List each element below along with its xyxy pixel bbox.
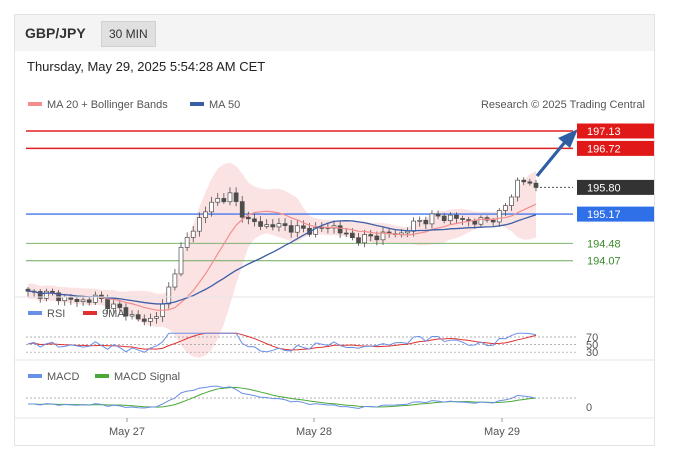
candle-body [490,219,496,223]
candle-body [527,181,533,184]
candle-body [62,296,68,302]
candle-body [343,232,349,235]
candle-body [184,237,190,248]
candle-body [288,225,294,233]
candle-body [503,205,508,211]
candle-body [148,317,153,322]
bollinger-band [28,162,536,358]
rsi-ma-legend-swatch [83,311,97,315]
chart-svg: 197.13 196.72 195.80 195.17 194.48 194.07 MA 2… [15,99,654,438]
rsi-line [27,332,537,353]
candle-body [221,198,227,203]
candle-body [117,303,123,308]
candle-body [356,237,361,244]
candle-body [215,198,221,203]
candle-body [521,179,527,183]
support-label: 194.48 [587,238,621,250]
candle-body [258,221,263,227]
candle-body [405,230,410,234]
support-label-primary: 195.17 [587,209,621,221]
candle-body [178,246,184,275]
candle-body [362,234,367,244]
candle-body [417,219,423,222]
candle-body [129,314,135,317]
macd-signal-legend-swatch [95,374,109,378]
candle-body [203,211,208,219]
candle-body [86,299,92,303]
candle-body [429,213,435,225]
candle-body [154,316,159,319]
candle-body [533,182,539,188]
ma20-legend-label: MA 20 + Bollinger Bands [47,99,168,111]
candle-body [515,179,520,198]
rsi-legend-label: RSI [47,308,65,320]
candle-body [337,225,343,234]
candle-body [441,215,447,221]
macd-signal-line [27,386,537,408]
macd-legend-swatch [28,374,42,378]
candle-body [190,230,196,238]
ma50-legend-label: MA 50 [209,99,240,111]
candle-body [239,201,245,218]
candle-body [227,192,233,203]
candle-body [496,210,502,223]
candle-body [509,196,514,206]
candle-body [460,218,465,220]
x-tick-label: May 27 [109,426,145,438]
candle-body [423,219,429,225]
candle-body [74,298,80,302]
candle-body [166,286,172,305]
candle-body [135,314,141,320]
macd-legend-label: MACD [47,371,79,383]
candle-body [435,213,441,217]
candle-body [478,217,484,225]
research-credit: Research © 2025 Trading Central [481,99,645,111]
candle-body [245,216,251,220]
rsi-level-label: 30 [586,347,598,359]
candle-body [172,273,178,288]
candle-body [276,223,282,228]
x-tick-label: May 29 [484,426,520,438]
resistance-label: 196.72 [587,143,621,155]
rsi-legend-swatch [28,311,42,315]
candle-body [472,220,478,225]
forecast-arrow [535,140,567,178]
candle-body [270,224,276,228]
candle-body [374,235,380,241]
candle-body [141,318,147,322]
candle-body [294,225,300,233]
candle-body [197,217,202,232]
macd-zero-label: 0 [586,402,592,414]
resistance-label: 197.13 [587,126,621,138]
candle-body [282,223,288,226]
candle-body [80,299,86,302]
rsi-ma-legend-label: 9MA [102,308,125,320]
support-label: 194.07 [587,256,621,268]
ma50-legend-swatch [190,102,204,106]
candle-body [368,234,374,237]
candle-body [447,214,453,221]
candle-body [209,201,214,213]
candle-body [264,224,270,227]
candle-body [350,232,355,239]
candle-body [301,225,306,229]
candle-body [411,220,416,232]
x-tick-label: May 28 [296,426,332,438]
current-price-label: 195.80 [587,182,621,194]
candle-body [233,192,239,202]
macd-signal-legend-label: MACD Signal [114,371,180,383]
candle-body [454,214,459,219]
candle-body [252,218,257,222]
ma20-legend-swatch [28,102,42,106]
